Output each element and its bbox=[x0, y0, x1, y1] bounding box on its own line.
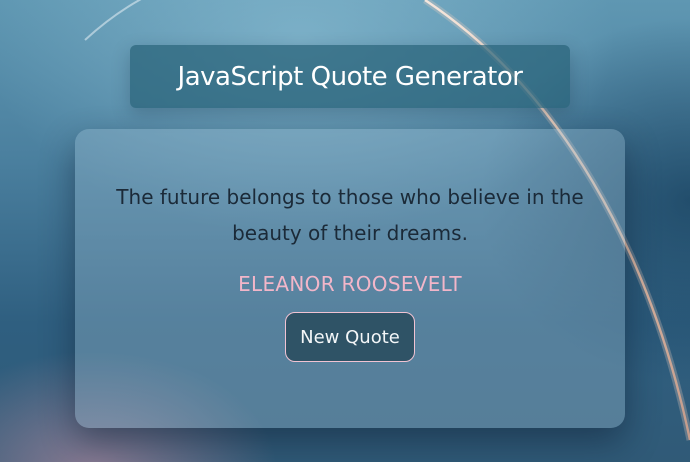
page-title: JavaScript Quote Generator bbox=[177, 61, 523, 92]
header-title-box: JavaScript Quote Generator bbox=[130, 45, 570, 108]
new-quote-button[interactable]: New Quote bbox=[285, 312, 415, 362]
quote-text: The future belongs to those who believe … bbox=[116, 185, 584, 245]
quote-card: The future belongs to those who believe … bbox=[75, 129, 625, 428]
quote-author: ELEANOR ROOSEVELT bbox=[238, 272, 462, 296]
